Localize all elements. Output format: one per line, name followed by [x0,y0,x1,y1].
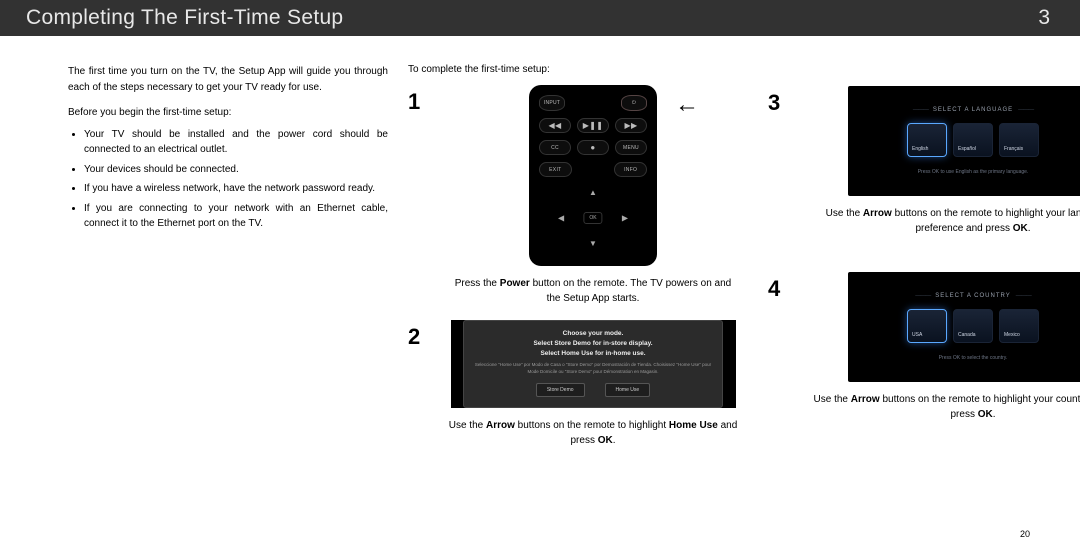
remote-record-button: ● [577,140,609,155]
dialog-line: Select Home Use for in-home use. [474,349,712,359]
screen-hint: Press OK to select the country. [939,355,1008,361]
steps-column-2: 3 SELECT A LANGUAGE English Español Fran… [768,64,1080,462]
country-option: USA [907,309,947,343]
callout-arrow-icon: ← [675,91,699,119]
screen-title: SELECT A LANGUAGE [908,107,1038,113]
complete-lead: To complete the first-time setup: [408,64,748,75]
remote-info-button: INFO [614,162,647,177]
language-option: Français [999,123,1039,157]
dialog-title: Choose your mode. [474,329,712,339]
language-option: English [907,123,947,157]
remote-up-icon: ▲ [589,188,597,197]
bullet-item: Your TV should be installed and the powe… [84,127,388,158]
remote-input-button: INPUT [539,95,565,111]
screen-hint: Press OK to use English as the primary l… [918,169,1029,175]
step-1-caption: Press the Power button on the remote. Th… [438,276,748,306]
page-body: The first time you turn on the TV, the S… [0,36,1080,462]
intro-lead: The first time you turn on the TV, the S… [68,64,388,95]
remote-illustration: INPUT ⏻ ◀◀ ▶❚❚ ▶▶ CC ● [529,85,657,266]
step-2-caption: Use the Arrow buttons on the remote to h… [438,418,748,448]
dialog-subtitle: Seleccione "Home Use" por Modo de Casa o… [474,362,712,375]
home-use-button: Home Use [605,383,651,397]
remote-menu-button: MENU [615,140,647,155]
remote-play-pause-button: ▶❚❚ [577,118,609,133]
page-title: Completing The First-Time Setup [26,6,343,30]
remote-left-icon: ◀ [558,214,564,223]
step-number: 3 [768,86,786,236]
bullet-item: Your devices should be connected. [84,162,388,178]
language-option: Español [953,123,993,157]
remote-power-button: ⏻ [621,95,647,111]
step-1: 1 INPUT ⏻ ◀◀ ▶❚❚ ▶ [408,85,748,306]
document-header: Completing The First-Time Setup 3 [0,0,1080,36]
remote-cc-button: CC [539,140,571,155]
step-3: 3 SELECT A LANGUAGE English Español Fran… [768,86,1080,236]
remote-ok-button: OK [583,212,602,224]
step-number: 4 [768,272,786,422]
bullet-item: If you have a wireless network, have the… [84,181,388,197]
step-4-caption: Use the Arrow buttons on the remote to h… [798,392,1080,422]
remote-dpad: ▲ ▼ ◀ ▶ OK [558,188,628,248]
step-3-caption: Use the Arrow buttons on the remote to h… [798,206,1080,236]
step-4: 4 SELECT A COUNTRY USA Canada Mexico Pre… [768,272,1080,422]
steps-column-1: To complete the first-time setup: 1 INPU… [408,64,748,462]
bullet-item: If you are connecting to your network wi… [84,201,388,232]
intro-bullets: Your TV should be installed and the powe… [68,127,388,232]
remote-fastforward-button: ▶▶ [615,118,647,133]
store-demo-button: Store Demo [536,383,585,397]
language-select-screen: SELECT A LANGUAGE English Español França… [848,86,1080,196]
intro-column: The first time you turn on the TV, the S… [68,64,388,462]
dialog-line: Select Store Demo for in-store display. [474,339,712,349]
country-option: Mexico [999,309,1039,343]
step-2: 2 Choose your mode. Select Store Demo fo… [408,320,748,448]
step-number: 2 [408,320,426,448]
country-option: Canada [953,309,993,343]
country-select-screen: SELECT A COUNTRY USA Canada Mexico Press… [848,272,1080,382]
mode-dialog-screen: Choose your mode. Select Store Demo for … [451,320,736,408]
chapter-number: 3 [1038,6,1050,30]
intro-before: Before you begin the first-time setup: [68,105,388,121]
step-number: 1 [408,85,426,306]
remote-down-icon: ▼ [589,239,597,248]
screen-title: SELECT A COUNTRY [910,293,1035,299]
page-number: 20 [1020,529,1030,539]
remote-exit-button: EXIT [539,162,572,177]
remote-right-icon: ▶ [622,214,628,223]
remote-rewind-button: ◀◀ [539,118,571,133]
